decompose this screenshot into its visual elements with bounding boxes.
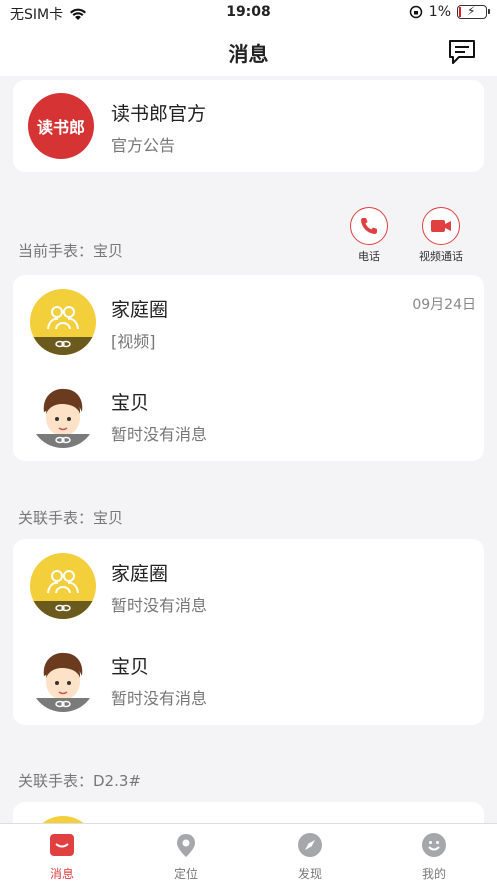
contact-name: 宝贝	[111, 392, 150, 414]
last-message: [视频]	[111, 332, 156, 351]
tab-label: 我的	[421, 867, 446, 881]
official-card[interactable]: 读书郎 读书郎官方 官方公告	[13, 80, 484, 172]
linked-watch-card: 家庭圈 暂时没有消息 宝贝 暂时没有消息	[13, 539, 484, 725]
phone-call-label: 电话	[358, 250, 380, 263]
tab-messages[interactable]: 消息	[12, 832, 112, 882]
last-message: 暂时没有消息	[111, 425, 208, 444]
status-bar: 无SIM卡 19:08 1% ⚡	[0, 0, 497, 26]
family-circle-avatar	[30, 553, 96, 619]
battery-percent: 1%	[428, 4, 451, 20]
official-logo: 读书郎	[28, 93, 94, 159]
group-icon	[30, 570, 96, 619]
contact-name: 家庭圈	[111, 563, 169, 585]
list-item[interactable]: 宝贝 暂时没有消息	[13, 368, 484, 461]
message-date: 09月24日	[412, 297, 476, 313]
official-subtitle: 官方公告	[111, 136, 176, 155]
smile-icon	[422, 833, 446, 857]
message-icon	[50, 834, 74, 856]
video-call-button[interactable]: 视频通话	[411, 207, 471, 264]
tab-me[interactable]: 我的	[384, 832, 484, 882]
phone-call-button[interactable]: 电话	[339, 207, 399, 264]
tab-discover[interactable]: 发现	[260, 832, 360, 882]
last-message: 暂时没有消息	[111, 689, 208, 708]
current-watch-label: 当前手表：宝贝	[18, 242, 124, 260]
contact-name: 家庭圈	[111, 299, 169, 321]
location-icon	[177, 834, 195, 857]
contact-name: 宝贝	[111, 656, 150, 678]
boy-face-icon	[30, 646, 96, 712]
nav-bar: 消息	[0, 26, 497, 76]
tab-label: 定位	[173, 867, 198, 881]
compass-icon	[298, 833, 322, 857]
group-icon	[30, 306, 96, 355]
tab-location[interactable]: 定位	[136, 832, 236, 882]
video-camera-icon	[431, 220, 451, 232]
video-call-label: 视频通话	[419, 250, 463, 263]
baby-avatar	[30, 646, 96, 712]
linked-watch-label: 关联手表：D2.3#	[18, 772, 141, 790]
last-message: 暂时没有消息	[111, 596, 208, 615]
list-item[interactable]: 家庭圈 [视频] 09月24日	[13, 275, 484, 368]
official-name: 读书郎官方	[111, 103, 207, 125]
official-logo-text: 读书郎	[36, 118, 85, 137]
list-item[interactable]: 宝贝 暂时没有消息	[13, 632, 484, 725]
tab-bar: 消息 定位 发现 我的	[0, 823, 497, 883]
page-title: 消息	[228, 42, 269, 66]
tab-label: 消息	[49, 867, 74, 881]
battery-icon: ⚡	[457, 4, 490, 19]
list-item[interactable]: 家庭圈 暂时没有消息	[13, 539, 484, 632]
chat-list-icon[interactable]	[447, 38, 477, 66]
status-right: 1% ⚡	[409, 4, 490, 20]
tab-label: 发现	[297, 867, 322, 881]
current-watch-card: 家庭圈 [视频] 09月24日 宝贝 暂时没有消息	[13, 275, 484, 461]
baby-avatar	[30, 382, 96, 448]
boy-face-icon	[30, 382, 96, 448]
linked-watch-label: 关联手表：宝贝	[18, 509, 124, 527]
family-circle-avatar	[30, 289, 96, 355]
orientation-lock-icon	[409, 5, 423, 19]
phone-icon	[361, 218, 377, 234]
